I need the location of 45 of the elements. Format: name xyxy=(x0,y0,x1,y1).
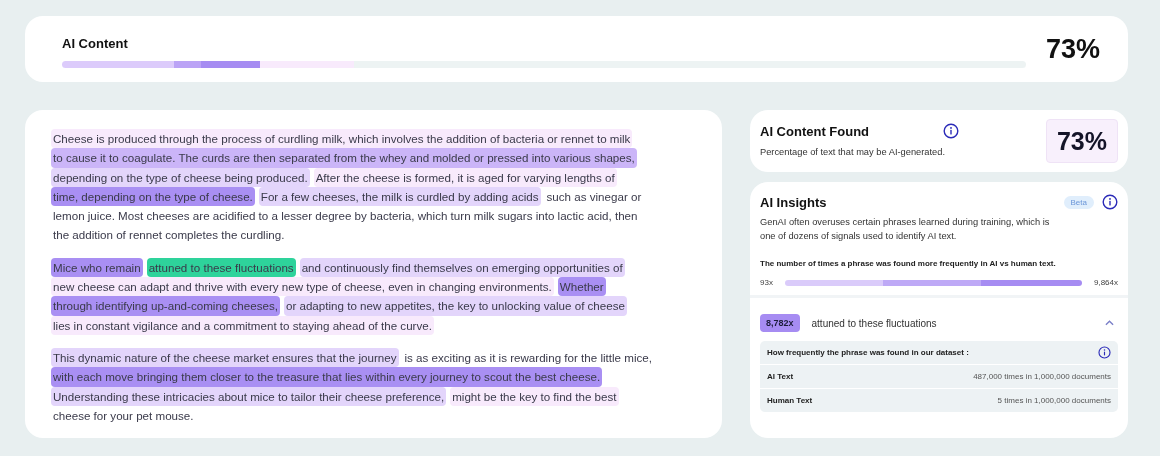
highlighted-text: might be the key to find the best xyxy=(450,386,619,406)
highlighted-text: or adapting to new appetites, the key to unlocking value of cheese xyxy=(283,296,627,316)
highlighted-text: For a few cheeses, the milk is curdled by adding acids xyxy=(258,186,541,207)
highlighted-text: After the cheese is formed, it is aged for varying lengths of xyxy=(313,167,617,187)
table-cell: Human Text xyxy=(767,396,813,405)
phrase-text: attuned to these fluctuations xyxy=(811,317,938,329)
highlighted-text: new cheese can adapt and thrive with every new type of cheese, even in changing environments. xyxy=(51,277,554,297)
highlighted-text: to cause it to coagulate. The curds are then separated from the whey and molded or pressed into various shapes, xyxy=(51,148,637,168)
text-span: lemon juice. Most cheeses are acidified to a lesser degree by bacteria, which turn milk sugars into lactic acid, then xyxy=(52,208,639,225)
text-span: such as vinegar or xyxy=(545,188,643,205)
info-icon[interactable] xyxy=(1098,346,1111,359)
highlighted-text: and continuously find themselves on emerging opportunities of xyxy=(299,257,625,278)
table-cell: AI Text xyxy=(767,372,794,381)
highlighted-text: Mice who remain xyxy=(51,257,143,278)
text-span: the addition of rennet completes the curdling. xyxy=(52,227,286,244)
info-icon[interactable] xyxy=(1102,194,1118,210)
highlighted-text: lies in constant vigilance and a commitment to staying ahead of the curve. xyxy=(51,315,434,335)
found-title: AI Content Found xyxy=(760,123,871,139)
count-badge: 8,782x xyxy=(760,314,800,332)
scale-min-label: 93x xyxy=(760,278,773,287)
text-span: cheese for your pet mouse. xyxy=(52,407,195,424)
summary-title: AI Content xyxy=(62,36,129,51)
highlighted-text: Cheese is produced through the process of curdling milk, which involves the addition of bacteria or rennet to milk xyxy=(51,129,633,149)
highlighted-text: Understanding these intricacies about mice to tailor their cheese preference, xyxy=(51,386,447,406)
highlighted-text: through identifying up-and-coming cheeses, xyxy=(51,296,280,316)
percent-value: 73% xyxy=(1046,119,1118,163)
scale-max-label: 9,864x xyxy=(1093,278,1118,287)
highlighted-text: time, depending on the type of cheese. xyxy=(51,186,255,207)
table-title: How frequently the phrase was found in our dataset : xyxy=(767,348,969,357)
highlighted-text: This dynamic nature of the cheese market ensures that the journey xyxy=(51,347,399,368)
highlighted-text: with each move bringing them closer to the treasure that lies within every journey to scout the best cheese. xyxy=(51,367,603,387)
scale-caption: The number of times a phrase was found more frequently in AI vs human text. xyxy=(760,259,1057,268)
insights-description: GenAI often overuses certain phrases learned during training, which is one of dozens of signals used to identify AI text. xyxy=(760,216,1051,243)
insights-title: AI Insights xyxy=(760,194,828,210)
highlighted-text: Whether xyxy=(557,277,606,297)
info-icon[interactable] xyxy=(943,123,959,139)
found-description: Percentage of text that may be AI-generated. xyxy=(760,146,947,159)
percent-value: 73% xyxy=(1045,33,1100,65)
table-cell: 487,000 times in 1,000,000 documents xyxy=(973,372,1111,381)
highlighted-text: attuned to these fluctuations xyxy=(146,257,296,278)
highlighted-text: depending on the type of cheese being produced. xyxy=(51,167,310,187)
table-cell: 5 times in 1,000,000 documents xyxy=(997,396,1111,405)
beta-badge: Beta xyxy=(1063,195,1094,209)
caret-icon[interactable] xyxy=(1105,320,1114,326)
text-span: is as exciting as it is rewarding for the little mice, xyxy=(403,349,653,366)
